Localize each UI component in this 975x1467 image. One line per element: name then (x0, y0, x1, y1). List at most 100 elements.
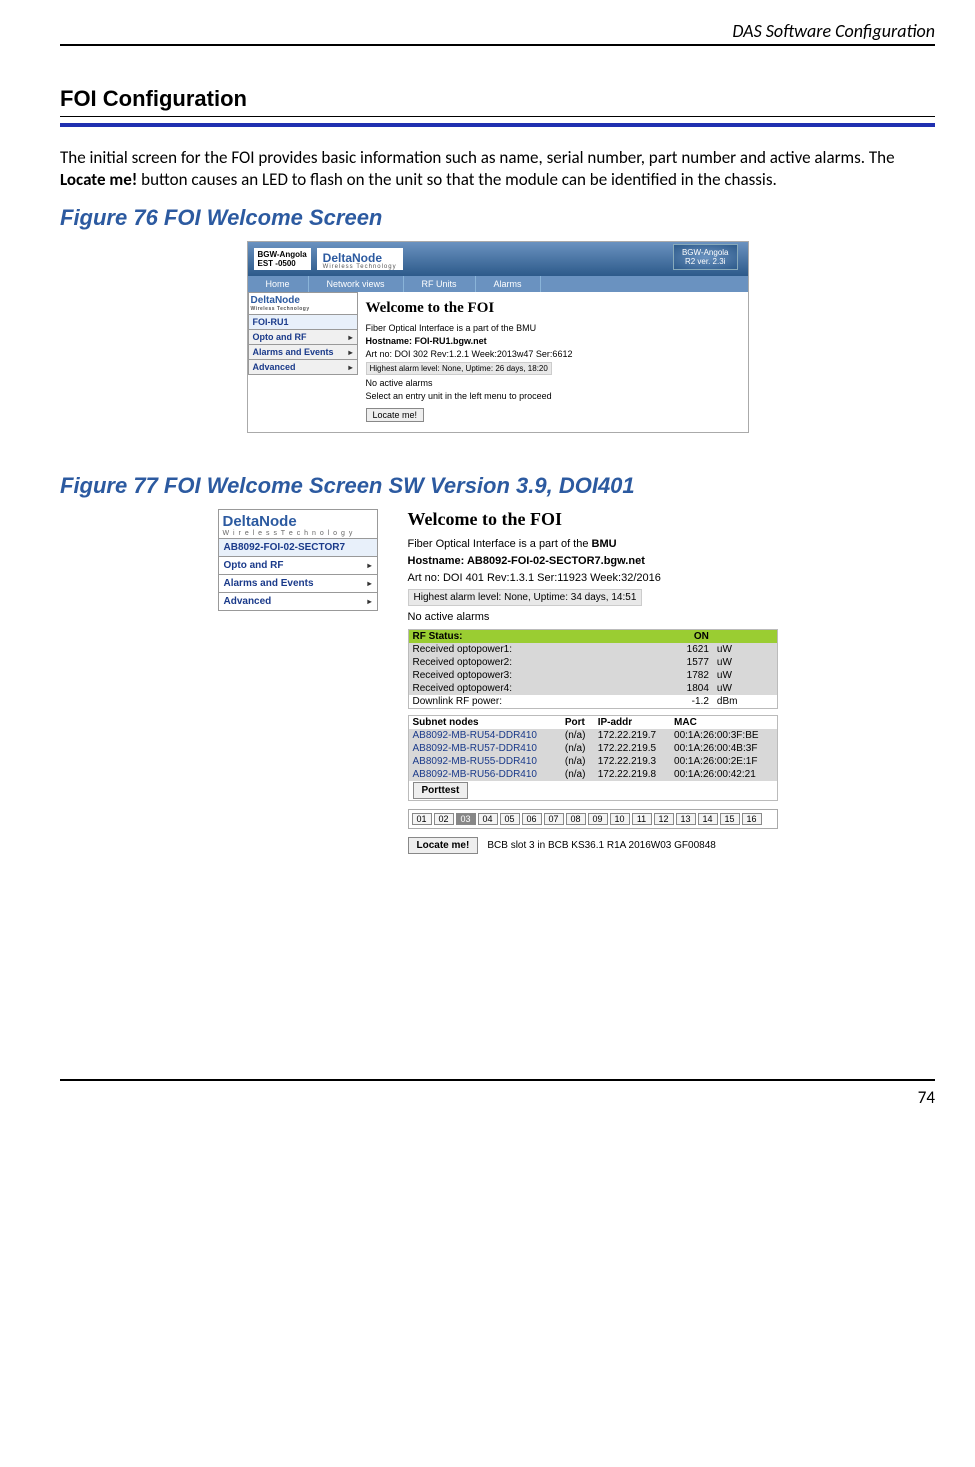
sidebar-item-label: AB8092-FOI-02-SECTOR7 (224, 542, 346, 553)
no-active-alarms: No active alarms (408, 611, 778, 623)
port-03[interactable]: 03 (456, 813, 476, 825)
port-14[interactable]: 14 (698, 813, 718, 825)
deltanode-logo: DeltaNode Wireless Technology (317, 248, 403, 270)
figure-77-caption: Figure 77 FOI Welcome Screen SW Version … (60, 473, 935, 499)
port-12[interactable]: 12 (654, 813, 674, 825)
port-16[interactable]: 16 (742, 813, 762, 825)
chevron-right-icon (367, 578, 371, 589)
sidebar-item-opto-rf[interactable]: Opto and RF (248, 330, 358, 345)
fig76-nav: Home Network views RF Units Alarms (248, 276, 748, 292)
page-number: 74 (0, 1087, 975, 1128)
chevron-right-icon (348, 332, 352, 342)
subnet-node-link[interactable]: AB8092-MB-RU57-DDR410 (408, 742, 561, 755)
sidebar-item-label: Alarms and Events (253, 347, 334, 357)
table-cell: Received optopower1: (408, 643, 646, 656)
porttest-button[interactable]: Porttest (413, 782, 469, 799)
hostname-value: Hostname: FOI-RU1.bgw.net (366, 336, 487, 346)
hostname-value: Hostname: AB8092-FOI-02-SECTOR7.bgw.net (408, 555, 645, 567)
table-cell: (n/a) (561, 742, 594, 755)
no-active-alarms: No active alarms (366, 378, 740, 388)
nav-alarms[interactable]: Alarms (476, 276, 541, 292)
hostname-line: Hostname: FOI-RU1.bgw.net (366, 336, 740, 346)
figure-76: BGW-Angola EST -0500 DeltaNode Wireless … (247, 241, 749, 433)
sidebar-logo-sub: W i r e l e s s T e c h n o l o g y (223, 530, 373, 537)
col-header: IP-addr (594, 716, 670, 730)
port-15[interactable]: 15 (720, 813, 740, 825)
table-cell: Received optopower3: (408, 669, 646, 682)
chevron-right-icon (348, 347, 352, 357)
table-cell: uW (713, 656, 777, 669)
fig76-top-left: BGW-Angola EST -0500 (254, 248, 311, 270)
sidebar-item-alarms-events[interactable]: Alarms and Events (218, 575, 378, 593)
port-07[interactable]: 07 (544, 813, 564, 825)
port-09[interactable]: 09 (588, 813, 608, 825)
table-cell: 172.22.219.8 (594, 768, 670, 781)
badge-l2: R2 ver. 2.3i (682, 257, 729, 266)
sidebar-item-advanced[interactable]: Advanced (248, 360, 358, 375)
port-11[interactable]: 11 (632, 813, 652, 825)
table-cell: 00:1A:26:00:4B:3F (670, 742, 777, 755)
table-cell: Received optopower2: (408, 656, 646, 669)
fig77-main: Welcome to the FOI Fiber Optical Interfa… (408, 509, 778, 859)
sidebar-item-advanced[interactable]: Advanced (218, 593, 378, 611)
fig76-top-left-l2: EST -0500 (258, 259, 296, 268)
sidebar-item-label: Advanced (253, 362, 296, 372)
subnet-node-link[interactable]: AB8092-MB-RU55-DDR410 (408, 755, 561, 768)
subnet-nodes-table: Subnet nodesPortIP-addrMAC AB8092-MB-RU5… (408, 715, 778, 801)
table-cell: -1.2 (646, 695, 713, 709)
bcb-slot-info: BCB slot 3 in BCB KS36.1 R1A 2016W03 GF0… (487, 840, 715, 851)
art-no-line: Art no: DOI 302 Rev:1.2.1 Week:2013w47 S… (366, 349, 740, 359)
welcome-title: Welcome to the FOI (408, 509, 778, 530)
subnet-node-link[interactable]: AB8092-MB-RU54-DDR410 (408, 729, 561, 742)
sidebar-logo-text: DeltaNode (251, 295, 300, 306)
port-06[interactable]: 06 (522, 813, 542, 825)
table-cell: 00:1A:26:00:2E:1F (670, 755, 777, 768)
sidebar-item-sector7[interactable]: AB8092-FOI-02-SECTOR7 (218, 539, 378, 557)
port-04[interactable]: 04 (478, 813, 498, 825)
section-title: FOI Configuration (60, 86, 935, 112)
port-02[interactable]: 02 (434, 813, 454, 825)
port-10[interactable]: 10 (610, 813, 630, 825)
alarm-uptime-strip: Highest alarm level: None, Uptime: 26 da… (366, 362, 552, 375)
fig76-top-left-l1: BGW-Angola (258, 250, 307, 259)
col-header: Port (561, 716, 594, 730)
select-entry-msg: Select an entry unit in the left menu to… (366, 391, 740, 401)
table-cell: 1621 (646, 643, 713, 656)
nav-network-views[interactable]: Network views (309, 276, 404, 292)
sidebar-item-alarms-events[interactable]: Alarms and Events (248, 345, 358, 360)
col-header: Subnet nodes (408, 716, 561, 730)
sidebar-logo-sub: Wireless Technology (251, 306, 355, 312)
sidebar-item-label: Advanced (224, 596, 272, 607)
table-cell: 1782 (646, 669, 713, 682)
badge-l1: BGW-Angola (682, 248, 729, 257)
page-header: DAS Software Configuration (60, 20, 935, 46)
table-cell: uW (713, 669, 777, 682)
fig76-top-bar: BGW-Angola EST -0500 DeltaNode Wireless … (248, 242, 748, 276)
chevron-right-icon (348, 362, 352, 372)
locate-row: Locate me! BCB slot 3 in BCB KS36.1 R1A … (408, 837, 778, 854)
locate-me-button[interactable]: Locate me! (408, 837, 479, 854)
port-01[interactable]: 01 (412, 813, 432, 825)
nav-rf-units[interactable]: RF Units (404, 276, 476, 292)
sidebar-item-opto-rf[interactable]: Opto and RF (218, 557, 378, 575)
col-header: MAC (670, 716, 777, 730)
port-13[interactable]: 13 (676, 813, 696, 825)
port-05[interactable]: 05 (500, 813, 520, 825)
sidebar-item-label: Alarms and Events (224, 578, 314, 589)
logo-text: DeltaNode (323, 251, 382, 265)
table-cell: Downlink RF power: (408, 695, 646, 709)
port-08[interactable]: 08 (566, 813, 586, 825)
subnet-node-link[interactable]: AB8092-MB-RU56-DDR410 (408, 768, 561, 781)
table-cell: uW (713, 682, 777, 695)
alarm-uptime-strip: Highest alarm level: None, Uptime: 34 da… (408, 589, 643, 606)
nav-home[interactable]: Home (248, 276, 309, 292)
locate-me-bold: Locate me! (60, 169, 137, 190)
sidebar-item-label: FOI-RU1 (253, 317, 289, 327)
sidebar-logo: DeltaNode Wireless Technology (248, 292, 358, 315)
table-cell: 172.22.219.3 (594, 755, 670, 768)
sidebar-item-foi-ru1[interactable]: FOI-RU1 (248, 315, 358, 330)
locate-me-button[interactable]: Locate me! (366, 408, 425, 422)
port-selector: 01 02 03 04 05 06 07 08 09 10 11 12 13 1… (408, 809, 778, 829)
figure-77: DeltaNode W i r e l e s s T e c h n o l … (218, 509, 778, 859)
table-cell: (n/a) (561, 755, 594, 768)
